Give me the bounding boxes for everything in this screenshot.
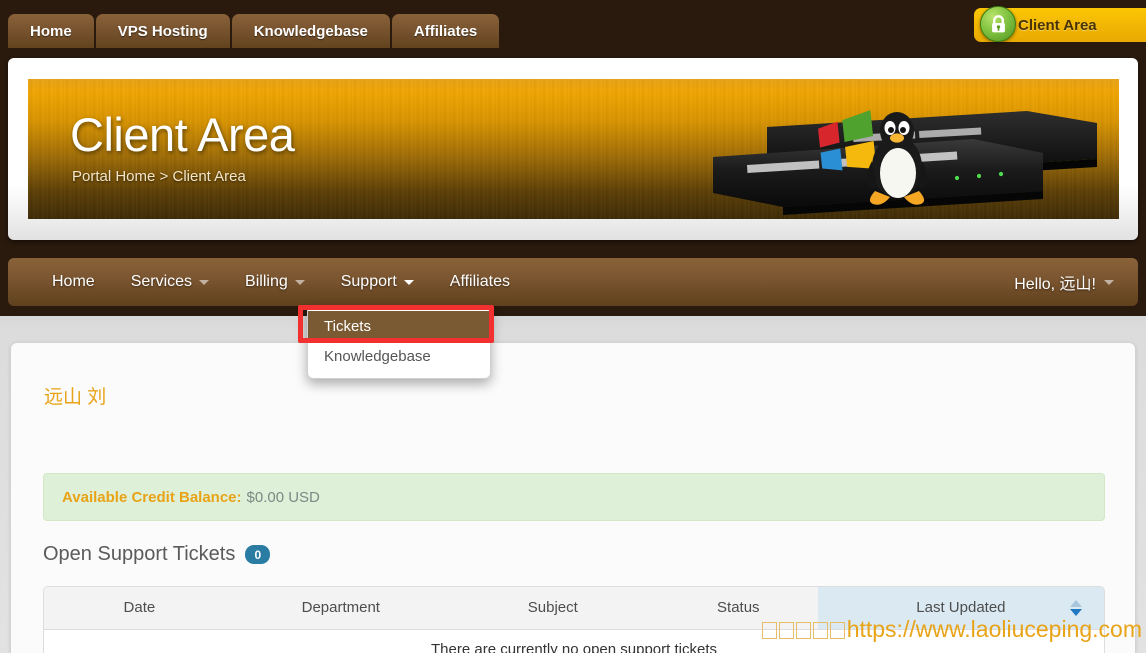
rack-servers-image bbox=[713, 110, 1097, 215]
top-navigation-bar: Home VPS Hosting Knowledgebase Affiliate… bbox=[0, 0, 1146, 48]
lock-icon bbox=[980, 6, 1016, 42]
page-body: 远山 刘 Available Credit Balance: $0.00 USD… bbox=[0, 316, 1146, 653]
chevron-down-icon bbox=[403, 279, 414, 285]
table-header-last-updated-label: Last Updated bbox=[916, 599, 1006, 617]
subnav-item-services[interactable]: Services bbox=[113, 258, 227, 306]
support-dropdown-menu: Tickets Knowledgebase bbox=[307, 306, 491, 379]
credit-balance-alert: Available Credit Balance: $0.00 USD bbox=[43, 473, 1105, 521]
client-area-button[interactable]: Client Area bbox=[974, 6, 1146, 42]
user-greeting-label: Hello, 远山! bbox=[1014, 276, 1096, 293]
credit-balance-label: Available Credit Balance: bbox=[62, 488, 242, 506]
table-header-department[interactable]: Department bbox=[234, 587, 447, 630]
top-tab-home-label: Home bbox=[30, 22, 72, 40]
top-tab-home[interactable]: Home bbox=[8, 14, 94, 48]
watermark-url: https://www.laoliuceping.com bbox=[846, 616, 1142, 642]
subnav-item-home-label: Home bbox=[52, 273, 95, 290]
breadcrumb-current: Client Area bbox=[172, 168, 246, 185]
watermark: https://www.laoliuceping.com bbox=[761, 616, 1142, 643]
top-tab-affiliates[interactable]: Affiliates bbox=[391, 14, 500, 48]
breadcrumb-separator: > bbox=[159, 168, 169, 185]
subnav-item-support-label: Support bbox=[340, 273, 397, 290]
client-name: 远山 刘 bbox=[44, 387, 107, 408]
sort-arrows-icon[interactable] bbox=[1070, 599, 1082, 616]
client-area-button-label: Client Area bbox=[1018, 16, 1097, 34]
sort-descending-icon bbox=[1070, 608, 1082, 616]
breadcrumb: Portal Home > Client Area bbox=[72, 168, 246, 185]
top-tab-knowledgebase-label: Knowledgebase bbox=[253, 22, 368, 40]
secondary-nav-items: Home Services Billing Support Affiliates bbox=[8, 258, 528, 306]
dropdown-item-knowledgebase-label: Knowledgebase bbox=[324, 347, 431, 365]
watermark-missing-glyphs bbox=[761, 616, 847, 642]
open-tickets-section-header: Open Support Tickets 0 bbox=[43, 543, 271, 566]
subnav-item-billing[interactable]: Billing bbox=[227, 258, 323, 306]
secondary-navigation-bar: Home Services Billing Support Affiliates… bbox=[8, 258, 1138, 306]
page-banner: Client Area Portal Home > Client Area bbox=[28, 79, 1119, 219]
dropdown-item-tickets[interactable]: Tickets bbox=[308, 311, 490, 341]
subnav-item-home[interactable]: Home bbox=[34, 258, 113, 306]
table-header-subject[interactable]: Subject bbox=[446, 587, 659, 630]
chevron-down-icon bbox=[199, 279, 210, 285]
top-tab-knowledgebase[interactable]: Knowledgebase bbox=[231, 14, 390, 48]
dropdown-item-tickets-label: Tickets bbox=[324, 317, 371, 335]
top-tab-vps-hosting[interactable]: VPS Hosting bbox=[95, 14, 230, 48]
subnav-item-affiliates-label: Affiliates bbox=[449, 273, 510, 290]
subnav-item-support[interactable]: Support bbox=[323, 258, 432, 306]
sort-ascending-icon bbox=[1070, 599, 1082, 607]
user-greeting-menu[interactable]: Hello, 远山! bbox=[1014, 270, 1114, 294]
chevron-down-icon bbox=[294, 279, 305, 285]
open-tickets-count-badge: 0 bbox=[245, 545, 271, 564]
chevron-down-icon bbox=[1104, 279, 1114, 285]
subnav-item-billing-label: Billing bbox=[245, 273, 288, 290]
banner-frame: Client Area Portal Home > Client Area bbox=[8, 58, 1138, 240]
top-tab-list: Home VPS Hosting Knowledgebase Affiliate… bbox=[8, 14, 500, 48]
top-tab-vps-hosting-label: VPS Hosting bbox=[117, 22, 208, 40]
subnav-item-services-label: Services bbox=[130, 273, 193, 290]
table-header-date[interactable]: Date bbox=[44, 587, 235, 630]
client-area-content-card: 远山 刘 Available Credit Balance: $0.00 USD… bbox=[10, 342, 1136, 653]
banner-title: Client Area bbox=[70, 108, 295, 161]
dropdown-item-knowledgebase[interactable]: Knowledgebase bbox=[308, 341, 490, 371]
credit-balance-value: $0.00 USD bbox=[246, 488, 320, 506]
subnav-item-affiliates[interactable]: Affiliates bbox=[432, 258, 528, 306]
breadcrumb-portal-home[interactable]: Portal Home bbox=[72, 168, 155, 185]
open-tickets-title: Open Support Tickets bbox=[43, 543, 236, 565]
top-tab-affiliates-label: Affiliates bbox=[413, 22, 478, 40]
